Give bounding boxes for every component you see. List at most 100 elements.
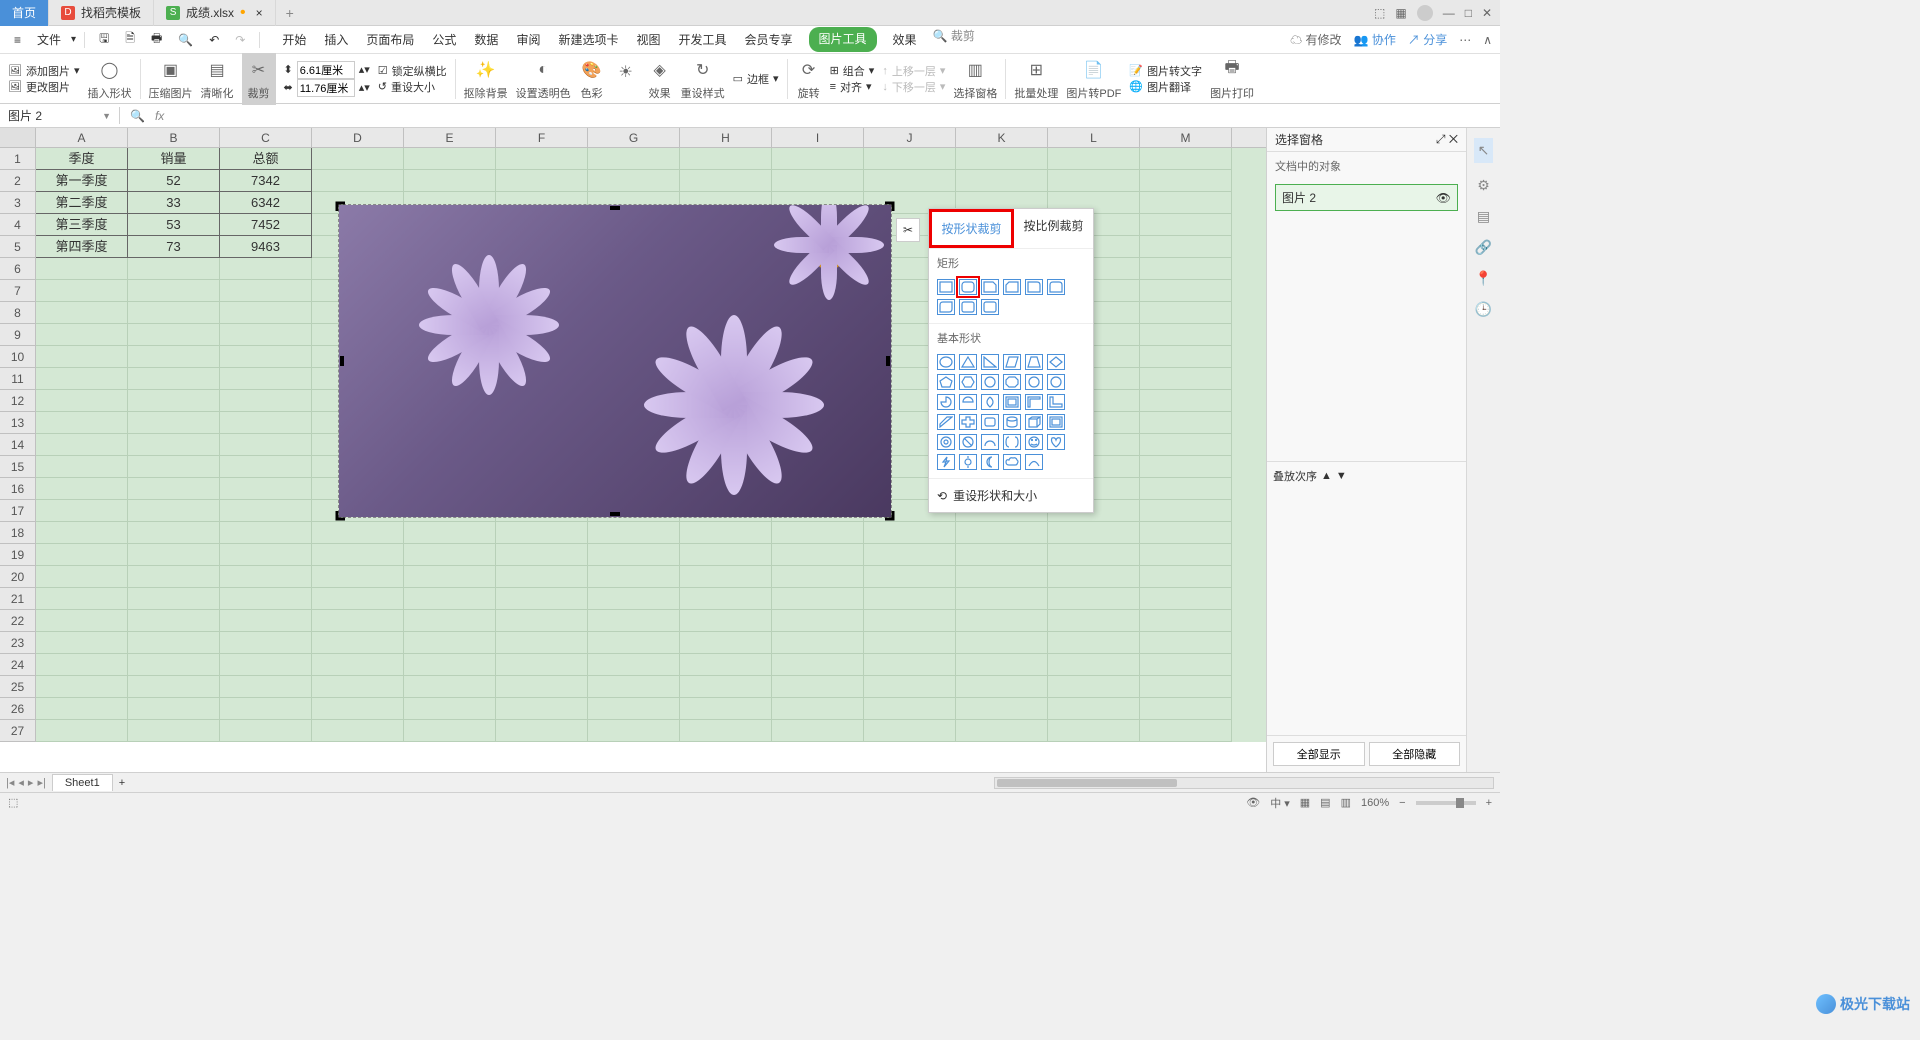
- cell[interactable]: [1140, 588, 1232, 610]
- shape-dodecagon[interactable]: [1047, 374, 1065, 390]
- cell[interactable]: [956, 588, 1048, 610]
- cell[interactable]: [1140, 280, 1232, 302]
- cell[interactable]: [128, 412, 220, 434]
- new-tab-button[interactable]: +: [276, 5, 304, 21]
- shape-oval[interactable]: [937, 354, 955, 370]
- cell[interactable]: [36, 412, 128, 434]
- close-icon[interactable]: ×: [256, 6, 263, 20]
- shape-l[interactable]: [1047, 394, 1065, 410]
- tab-home[interactable]: 首页: [0, 0, 49, 26]
- cell[interactable]: [128, 434, 220, 456]
- cell[interactable]: [680, 588, 772, 610]
- cell[interactable]: [496, 610, 588, 632]
- cell[interactable]: [312, 588, 404, 610]
- cell[interactable]: [404, 610, 496, 632]
- tab-start[interactable]: 开始: [280, 27, 308, 52]
- cell[interactable]: [588, 610, 680, 632]
- shape-pie[interactable]: [937, 394, 955, 410]
- cell[interactable]: [956, 698, 1048, 720]
- row-header[interactable]: 25: [0, 676, 36, 698]
- cell[interactable]: 7452: [220, 214, 312, 236]
- cell[interactable]: [772, 720, 864, 742]
- cell[interactable]: [128, 324, 220, 346]
- cell[interactable]: [588, 632, 680, 654]
- side-location-icon[interactable]: 📍: [1475, 270, 1492, 287]
- cell[interactable]: [772, 654, 864, 676]
- status-icon[interactable]: ⬚: [8, 796, 18, 809]
- to-pdf-button[interactable]: 📄图片转PDF: [1066, 57, 1121, 101]
- col-header[interactable]: K: [956, 128, 1048, 147]
- crop-handle-r[interactable]: [881, 354, 895, 368]
- cell[interactable]: [36, 368, 128, 390]
- batch-button[interactable]: ⊞批量处理: [1014, 57, 1058, 101]
- transparency-button[interactable]: ◐设置透明色: [516, 57, 571, 101]
- shape-no[interactable]: [959, 434, 977, 450]
- col-header[interactable]: I: [772, 128, 864, 147]
- compress-button[interactable]: ▣压缩图片: [149, 57, 193, 101]
- tab-layout[interactable]: 页面布局: [364, 27, 416, 52]
- effects-button[interactable]: ◈效果: [647, 57, 673, 101]
- cell[interactable]: [404, 522, 496, 544]
- cell[interactable]: [220, 500, 312, 522]
- sheet-tab[interactable]: Sheet1: [52, 774, 113, 791]
- row-header[interactable]: 17: [0, 500, 36, 522]
- color-button[interactable]: 🎨色彩: [579, 57, 605, 101]
- zoom-slider[interactable]: [1416, 801, 1476, 805]
- shape-arc2[interactable]: [1025, 454, 1043, 470]
- row-header[interactable]: 8: [0, 302, 36, 324]
- cell[interactable]: [588, 522, 680, 544]
- height-input[interactable]: [297, 61, 355, 79]
- side-select-icon[interactable]: ↖: [1474, 138, 1494, 163]
- cell[interactable]: [220, 676, 312, 698]
- cell[interactable]: [956, 654, 1048, 676]
- cell[interactable]: [36, 280, 128, 302]
- cell[interactable]: [496, 522, 588, 544]
- tab-insert[interactable]: 插入: [322, 27, 350, 52]
- cell[interactable]: [1140, 632, 1232, 654]
- cell[interactable]: [36, 390, 128, 412]
- cell[interactable]: 第一季度: [36, 170, 128, 192]
- shape-donut[interactable]: [937, 434, 955, 450]
- row-header[interactable]: 18: [0, 522, 36, 544]
- cell[interactable]: [680, 698, 772, 720]
- cell[interactable]: [1140, 390, 1232, 412]
- select-all-corner[interactable]: [0, 128, 36, 147]
- cell[interactable]: [220, 258, 312, 280]
- cell[interactable]: [128, 302, 220, 324]
- save-icon[interactable]: 🖫: [93, 27, 115, 52]
- cell[interactable]: [36, 720, 128, 742]
- cell[interactable]: [312, 720, 404, 742]
- cell[interactable]: 6342: [220, 192, 312, 214]
- side-style-icon[interactable]: ▤: [1477, 208, 1490, 225]
- sheet-first-icon[interactable]: |◂: [6, 776, 14, 789]
- remove-bg-button[interactable]: ✨抠除背景: [464, 57, 508, 101]
- shape-cross[interactable]: [959, 414, 977, 430]
- view-break-icon[interactable]: ▥: [1341, 796, 1351, 809]
- cell[interactable]: [496, 654, 588, 676]
- change-image-button[interactable]: 更改图片: [26, 79, 70, 95]
- col-header[interactable]: J: [864, 128, 956, 147]
- collab-button[interactable]: 👥 协作: [1354, 31, 1396, 48]
- row-header[interactable]: 7: [0, 280, 36, 302]
- cell[interactable]: [128, 610, 220, 632]
- more-icon[interactable]: ⋯: [1459, 33, 1471, 47]
- cell[interactable]: [496, 588, 588, 610]
- cell[interactable]: [864, 522, 956, 544]
- row-header[interactable]: 9: [0, 324, 36, 346]
- zoom-icon[interactable]: 🔍: [130, 109, 145, 123]
- width-input[interactable]: [297, 79, 355, 97]
- cell[interactable]: [588, 720, 680, 742]
- cell[interactable]: [128, 676, 220, 698]
- down-layer-button[interactable]: 下移一层: [892, 79, 936, 95]
- user-icon[interactable]: [1417, 5, 1433, 21]
- cell[interactable]: [1048, 544, 1140, 566]
- cell[interactable]: 7342: [220, 170, 312, 192]
- cell[interactable]: [1048, 566, 1140, 588]
- align-button[interactable]: 对齐: [840, 79, 862, 95]
- cell[interactable]: [864, 148, 956, 170]
- cell[interactable]: [496, 676, 588, 698]
- row-header[interactable]: 5: [0, 236, 36, 258]
- cell[interactable]: [36, 654, 128, 676]
- cell[interactable]: [128, 522, 220, 544]
- cell[interactable]: [404, 148, 496, 170]
